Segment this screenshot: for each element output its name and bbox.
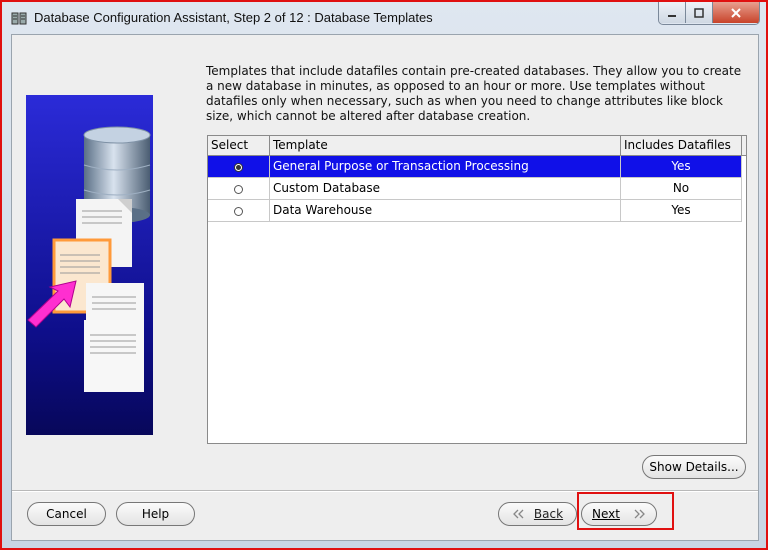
minimize-button[interactable]: [659, 2, 686, 23]
templates-description: Templates that include datafiles contain…: [206, 64, 742, 123]
window-title: Database Configuration Assistant, Step 2…: [34, 10, 433, 25]
template-name: Data Warehouse: [270, 200, 621, 222]
cancel-button[interactable]: Cancel: [27, 502, 106, 526]
show-details-label: Show Details...: [649, 460, 739, 474]
maximize-icon: [694, 7, 704, 18]
select-cell: [208, 156, 270, 178]
minimize-icon: [668, 14, 676, 17]
back-label: Back: [533, 507, 564, 521]
template-radio-general-purpose[interactable]: [234, 162, 243, 172]
table-row[interactable]: Custom Database No: [208, 178, 742, 200]
table-header: Select Template Includes Datafiles: [208, 136, 746, 156]
includes-datafiles-value: No: [621, 178, 742, 200]
back-chevron-icon: [513, 509, 524, 519]
cancel-label: Cancel: [46, 507, 87, 521]
template-name: Custom Database: [270, 178, 621, 200]
includes-datafiles-value: Yes: [621, 156, 742, 178]
database-templates-illustration: [27, 126, 151, 392]
header-select[interactable]: Select: [208, 136, 270, 155]
maximize-button[interactable]: [686, 2, 713, 23]
show-details-button[interactable]: Show Details...: [642, 455, 746, 479]
includes-datafiles-value: Yes: [621, 200, 742, 222]
template-name: General Purpose or Transaction Processin…: [270, 156, 621, 178]
dbca-window: Database Configuration Assistant, Step 2…: [0, 0, 768, 550]
header-template[interactable]: Template: [270, 136, 621, 155]
select-cell: [208, 178, 270, 200]
dialog-content: Templates that include datafiles contain…: [11, 34, 759, 541]
window-controls: [658, 2, 760, 25]
wizard-illustration: [26, 95, 153, 435]
select-cell: [208, 200, 270, 222]
table-row[interactable]: General Purpose or Transaction Processin…: [208, 156, 742, 178]
help-button[interactable]: Help: [116, 502, 195, 526]
template-radio-data-warehouse[interactable]: [234, 206, 243, 216]
next-button-highlight: [577, 492, 674, 530]
back-button[interactable]: Back: [498, 502, 577, 526]
templates-table: Select Template Includes Datafiles Gener…: [207, 135, 747, 444]
close-icon: [731, 7, 741, 18]
help-label: Help: [141, 507, 170, 521]
header-includes-datafiles[interactable]: Includes Datafiles: [621, 136, 742, 155]
database-app-icon: [11, 12, 27, 25]
close-button[interactable]: [713, 2, 759, 23]
template-radio-custom-database[interactable]: [234, 184, 243, 194]
title-bar: Database Configuration Assistant, Step 2…: [2, 2, 766, 34]
table-row[interactable]: Data Warehouse Yes: [208, 200, 742, 222]
